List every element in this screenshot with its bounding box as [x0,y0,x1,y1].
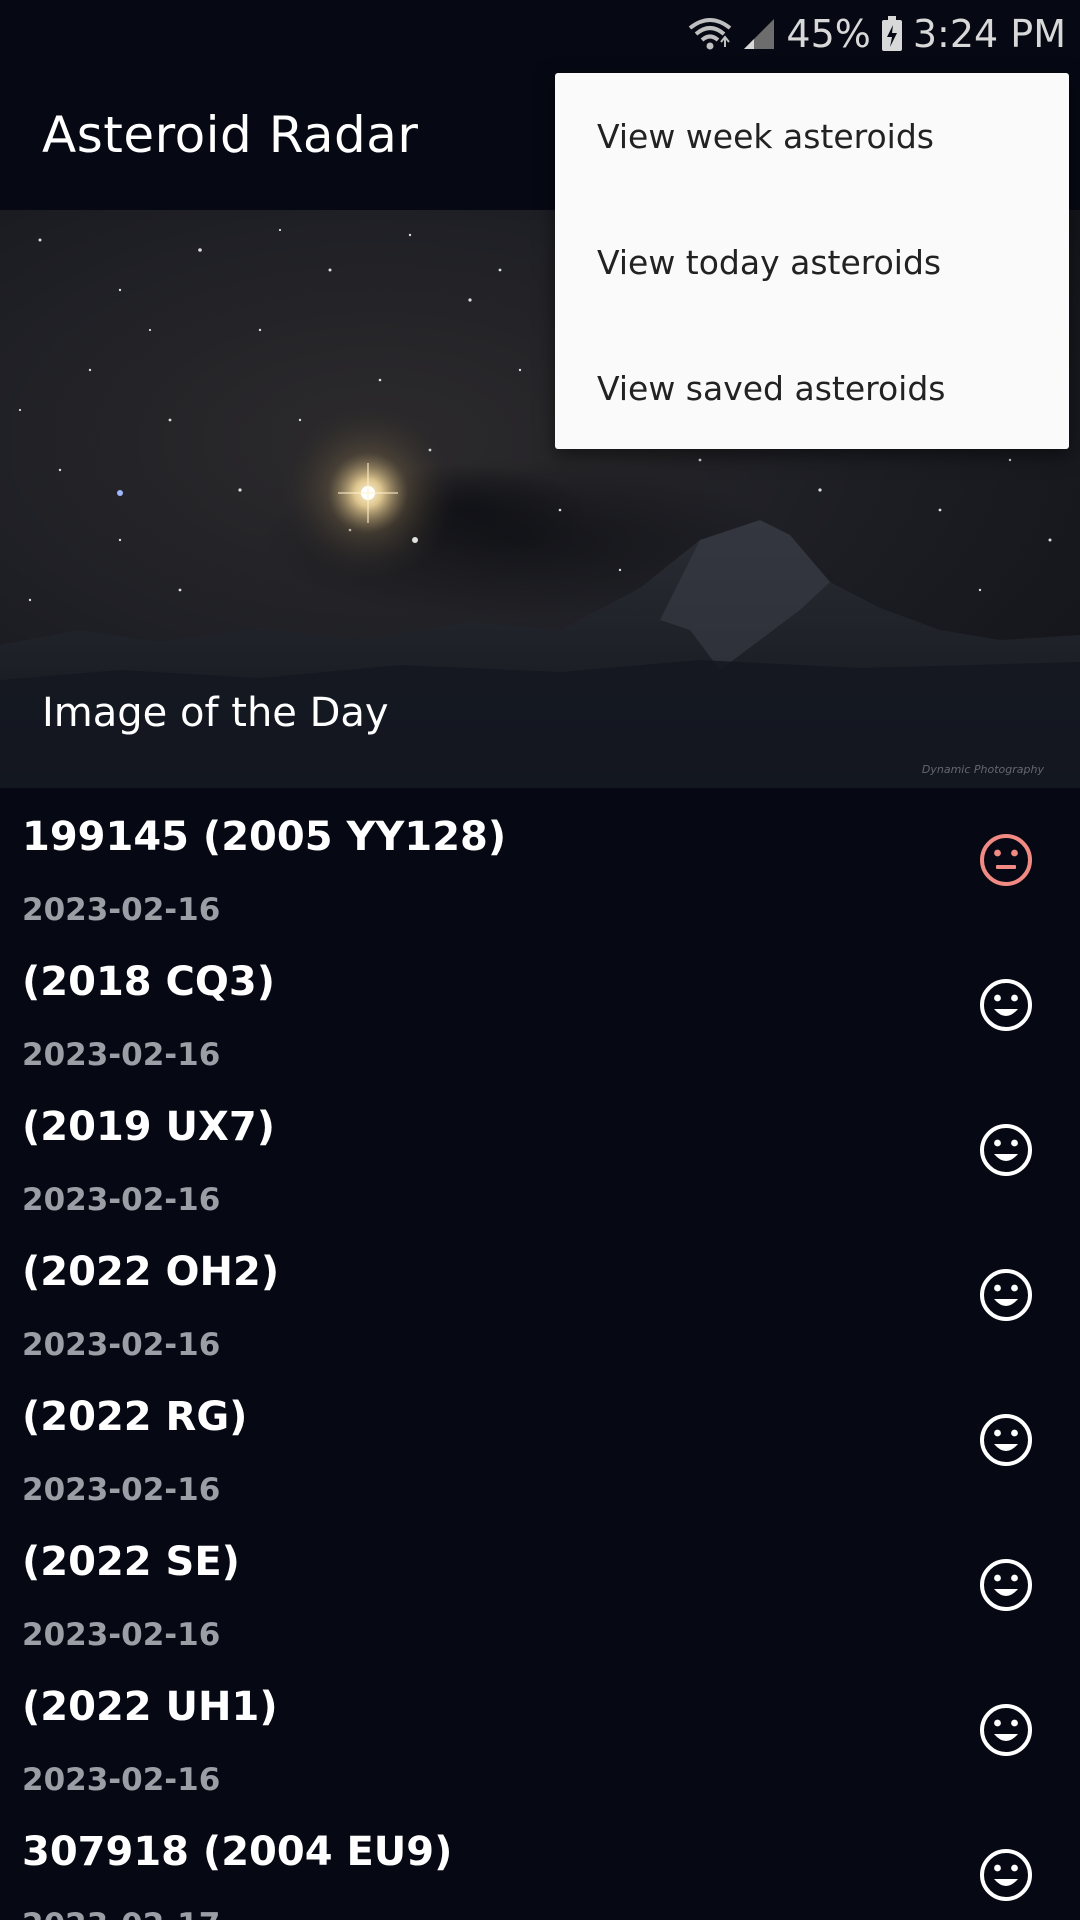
happy-face-icon [978,1557,1034,1613]
happy-face-icon [978,1412,1034,1468]
happy-face-icon [978,1847,1034,1903]
signal-icon [742,17,776,51]
list-item[interactable]: (2019 UX7) 2023-02-16 [0,1080,1080,1225]
wifi-icon [688,16,732,52]
list-item[interactable]: (2018 CQ3) 2023-02-16 [0,935,1080,1080]
approach-date: 2023-02-16 [22,1182,221,1218]
menu-item-label: View week asteroids [597,116,934,156]
happy-face-icon [978,1267,1034,1323]
list-item[interactable]: (2022 OH2) 2023-02-16 [0,1225,1080,1370]
asteroid-name: (2019 UX7) [22,1104,275,1150]
happy-face-icon [978,1702,1034,1758]
app-title: Asteroid Radar [42,106,419,164]
menu-item-label: View today asteroids [597,242,942,282]
approach-date: 2023-02-16 [22,1327,221,1363]
approach-date: 2023-02-16 [22,1762,221,1798]
list-item[interactable]: 307918 (2004 EU9) 2023-02-17 [0,1805,1080,1920]
overflow-menu: View week asteroids View today asteroids… [555,73,1069,449]
approach-date: 2023-02-17 [22,1907,220,1920]
screen: 45% 3:24 PM Asteroid Radar Image of the … [0,0,1080,1920]
asteroid-name: (2022 RG) [22,1394,248,1440]
status-icons: 45% 3:24 PM [688,8,1066,60]
image-credit-watermark: Dynamic Photography [921,763,1044,776]
approach-date: 2023-02-16 [22,1037,221,1073]
status-bar: 45% 3:24 PM [0,0,1080,66]
happy-face-icon [978,1122,1034,1178]
happy-face-icon [978,977,1034,1033]
menu-item-label: View saved asteroids [597,368,946,408]
neutral-face-icon [978,832,1034,888]
asteroid-list[interactable]: 199145 (2005 YY128) 2023-02-16 (2018 CQ3… [0,790,1080,1920]
asteroid-name: (2022 SE) [22,1539,240,1585]
approach-date: 2023-02-16 [22,1617,221,1653]
menu-item-view-week[interactable]: View week asteroids [555,73,1069,199]
menu-item-view-saved[interactable]: View saved asteroids [555,325,1069,451]
approach-date: 2023-02-16 [22,892,221,928]
list-item[interactable]: (2022 SE) 2023-02-16 [0,1515,1080,1660]
clock: 3:24 PM [912,12,1066,56]
image-of-the-day-caption: Image of the Day [42,690,389,736]
battery-percent: 45% [786,12,871,56]
approach-date: 2023-02-16 [22,1472,221,1508]
list-item[interactable]: (2022 RG) 2023-02-16 [0,1370,1080,1515]
battery-charging-icon [881,16,903,52]
asteroid-name: (2018 CQ3) [22,959,276,1005]
list-item[interactable]: (2022 UH1) 2023-02-16 [0,1660,1080,1805]
asteroid-name: (2022 OH2) [22,1249,280,1295]
asteroid-name: (2022 UH1) [22,1684,278,1730]
list-item[interactable]: 199145 (2005 YY128) 2023-02-16 [0,790,1080,935]
asteroid-name: 199145 (2005 YY128) [22,814,507,860]
menu-item-view-today[interactable]: View today asteroids [555,199,1069,325]
asteroid-name: 307918 (2004 EU9) [22,1829,453,1875]
